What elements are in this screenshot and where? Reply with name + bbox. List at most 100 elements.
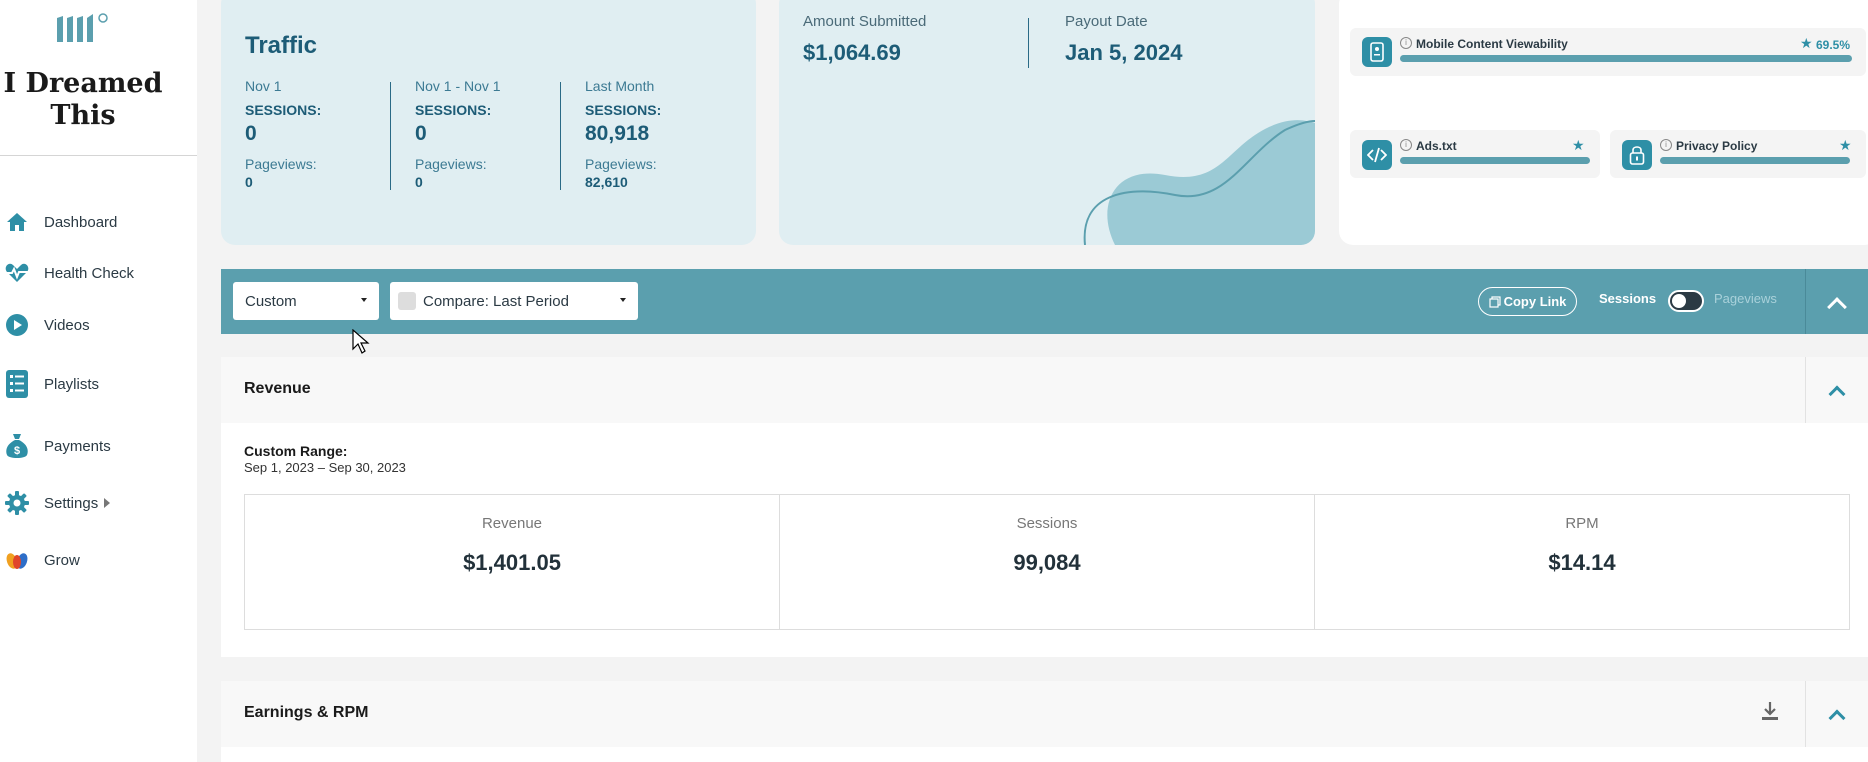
payout-date-label: Payout Date: [1065, 13, 1148, 30]
sidebar-item-videos[interactable]: Videos: [0, 307, 197, 343]
sidebar-item-payments[interactable]: $ Payments: [0, 428, 197, 464]
health-item-name: Privacy Policy: [1676, 139, 1758, 153]
sidebar-item-label: Payments: [44, 437, 111, 455]
health-item-mobile-viewability[interactable]: i Mobile Content Viewability ★ 69.5%: [1350, 28, 1866, 76]
sidebar: I Dreamed This Dashboard Health Check Vi…: [0, 0, 197, 762]
grow-icon: [0, 543, 34, 577]
traffic-divider: [560, 82, 561, 190]
stat-label: Sessions: [1016, 515, 1078, 532]
star-icon: ★: [1572, 137, 1585, 153]
chevron-down-icon: [620, 298, 626, 302]
sidebar-item-label: Grow: [44, 551, 80, 569]
revenue-panel-header: Revenue: [221, 357, 1868, 423]
sidebar-item-playlists[interactable]: Playlists: [0, 366, 197, 402]
download-button[interactable]: [1761, 701, 1785, 727]
toggle-label-pageviews: Pageviews: [1714, 291, 1777, 306]
earnings-panel: Earnings & RPM: [221, 681, 1868, 762]
sidebar-item-label: Videos: [44, 316, 90, 334]
gear-icon: [0, 486, 34, 520]
amount-submitted-label: Amount Submitted: [803, 13, 927, 30]
date-range-select-value: Custom: [245, 292, 297, 310]
chevron-up-icon: [1827, 297, 1847, 317]
traffic-period: Nov 1 - Nov 1: [415, 78, 501, 94]
sidebar-item-settings[interactable]: Settings: [0, 485, 197, 521]
compare-select-value: Compare: Last Period: [423, 292, 569, 310]
sessions-value: 0: [245, 122, 257, 145]
traffic-card: Traffic Nov 1 SESSIONS: 0 Pageviews: 0 N…: [221, 0, 756, 245]
star-icon: ★: [1800, 35, 1813, 51]
info-icon[interactable]: i: [1400, 139, 1412, 151]
sessions-label: SESSIONS:: [245, 102, 322, 118]
revenue-stats: Revenue $1,401.05 Sessions 99,084 RPM $1…: [244, 494, 1850, 630]
payout-divider: [1028, 18, 1029, 68]
sidebar-item-label: Dashboard: [44, 213, 118, 231]
sidebar-item-label: Health Check: [44, 264, 135, 282]
earnings-title: Earnings & RPM: [244, 704, 369, 721]
download-icon: [1762, 702, 1778, 720]
payout-date-value: Jan 5, 2024: [1065, 40, 1183, 65]
custom-range-label: Custom Range:: [244, 443, 348, 459]
copy-link-button[interactable]: Copy Link: [1478, 287, 1577, 316]
toggle-knob: [1672, 294, 1686, 308]
health-check-card: i Mobile Content Viewability ★ 69.5% i A…: [1339, 0, 1868, 245]
logo-icon: [57, 13, 108, 42]
sessions-pageviews-toggle[interactable]: [1668, 290, 1704, 312]
copy-icon: [1488, 295, 1501, 308]
info-icon[interactable]: i: [1660, 139, 1672, 151]
earnings-panel-header: Earnings & RPM: [221, 681, 1868, 747]
svg-text:$: $: [14, 445, 20, 457]
stat-sessions: Sessions 99,084: [780, 495, 1315, 629]
logo-text-line-2: This: [50, 100, 116, 131]
health-item-ads-txt[interactable]: i Ads.txt ★: [1350, 130, 1600, 178]
sessions-label: SESSIONS:: [585, 102, 662, 118]
pageviews-value: 0: [245, 174, 253, 190]
toggle-label-sessions: Sessions: [1599, 291, 1657, 306]
traffic-column-last-month: Last Month SESSIONS: 80,918 Pageviews: 8…: [585, 78, 735, 190]
info-icon[interactable]: i: [1400, 37, 1412, 49]
collapse-earnings-button[interactable]: [1806, 681, 1868, 747]
sidebar-item-dashboard[interactable]: Dashboard: [0, 204, 197, 240]
mobile-icon: [1362, 37, 1392, 67]
compare-checkbox[interactable]: [398, 292, 416, 310]
sidebar-item-grow[interactable]: Grow: [0, 542, 197, 578]
pageviews-label: Pageviews:: [415, 156, 487, 172]
sidebar-item-health-check[interactable]: Health Check: [0, 255, 197, 291]
traffic-column-today: Nov 1 SESSIONS: 0 Pageviews: 0: [245, 78, 395, 190]
list-icon: [0, 367, 34, 401]
copy-link-label: Copy Link: [1503, 294, 1567, 309]
payout-card: Amount Submitted $1,064.69 Payout Date J…: [779, 0, 1315, 245]
traffic-title: Traffic: [245, 32, 318, 59]
chevron-down-icon: [361, 298, 367, 302]
score-bar: [1660, 157, 1850, 164]
chevron-up-icon: [1828, 385, 1846, 403]
traffic-column-range: Nov 1 - Nov 1 SESSIONS: 0 Pageviews: 0: [415, 78, 565, 190]
pageviews-value: 82,610: [585, 174, 628, 190]
decorative-wave: [1083, 120, 1315, 245]
health-item-privacy-policy[interactable]: i Privacy Policy ★: [1610, 130, 1866, 178]
stat-rpm: RPM $14.14: [1315, 495, 1849, 629]
date-range-select[interactable]: Custom: [233, 282, 379, 320]
pageviews-value: 0: [415, 174, 423, 190]
health-item-score: 69.5%: [1816, 38, 1851, 52]
sidebar-divider: [0, 155, 197, 156]
stat-label: RPM: [1565, 515, 1599, 532]
sessions-value: 0: [415, 122, 427, 145]
collapse-filters-button[interactable]: [1806, 269, 1868, 334]
star-icon: ★: [1839, 137, 1852, 153]
lock-icon: [1622, 140, 1652, 170]
stat-value: $14.14: [1548, 550, 1616, 575]
caret-right-icon: [104, 498, 111, 508]
code-icon: [1362, 140, 1392, 170]
stat-value: $1,401.05: [463, 550, 561, 575]
play-icon: [0, 308, 34, 342]
stat-label: Revenue: [481, 515, 543, 532]
collapse-revenue-button[interactable]: [1806, 357, 1868, 423]
money-bag-icon: $: [0, 429, 34, 463]
score-bar: [1400, 55, 1852, 62]
traffic-period: Last Month: [585, 78, 655, 94]
mouse-cursor-icon: [352, 329, 370, 354]
traffic-period: Nov 1: [245, 78, 282, 94]
compare-select[interactable]: Compare: Last Period: [390, 282, 638, 320]
sidebar-item-label: Settings: [44, 494, 99, 512]
health-item-name: Mobile Content Viewability: [1416, 37, 1568, 51]
